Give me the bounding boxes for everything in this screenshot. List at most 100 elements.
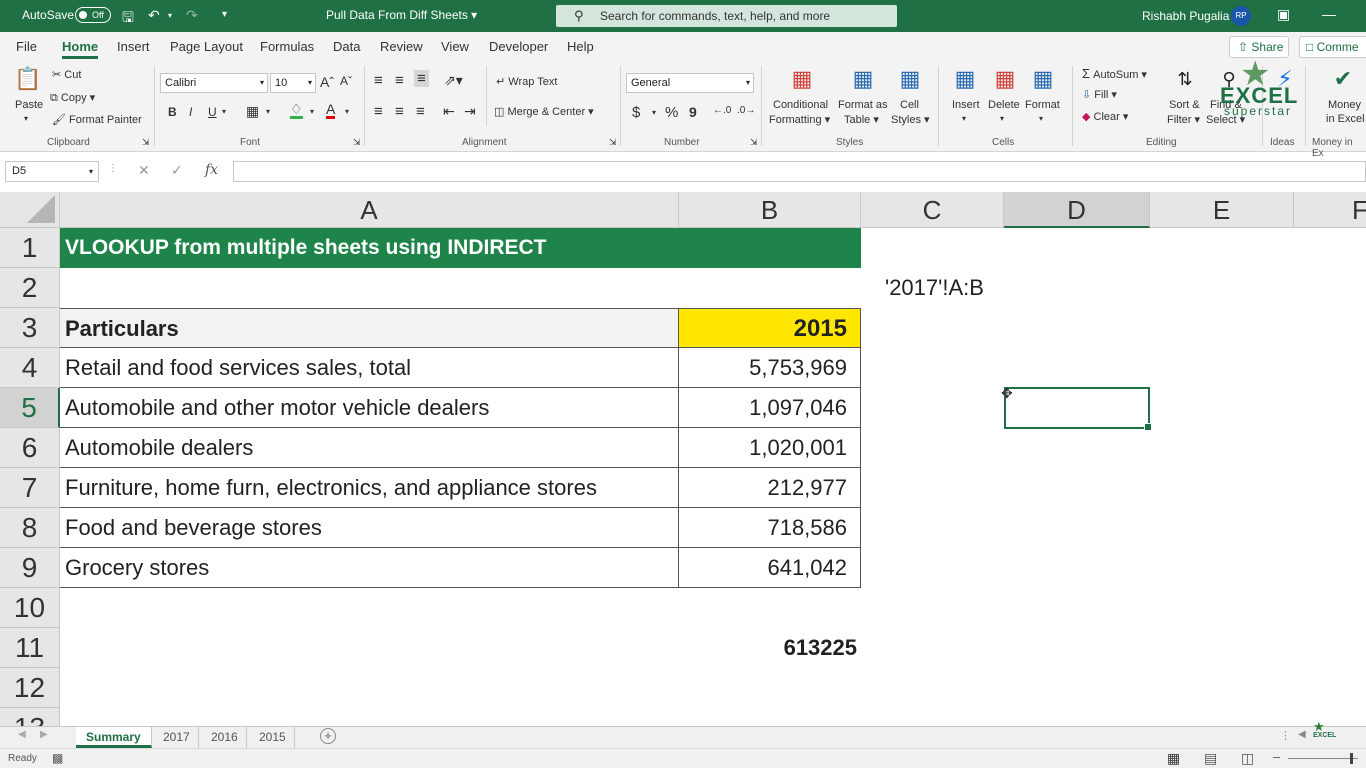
cell-b3-year[interactable]: 2015 <box>679 308 861 348</box>
row-header-6[interactable]: 6 <box>0 428 60 468</box>
font-size-select[interactable]: 10 ▾ <box>270 73 316 93</box>
row-header-12[interactable]: 12 <box>0 668 60 708</box>
insert-cells-icon[interactable]: ▦ <box>950 66 980 92</box>
conditional-formatting-button[interactable]: Conditional <box>773 99 828 111</box>
font-color-icon[interactable]: A <box>326 102 336 119</box>
cell-a4[interactable]: Retail and food services sales, total <box>60 348 679 388</box>
menu-developer[interactable]: Developer <box>489 39 548 54</box>
cell-b9[interactable]: 641,042 <box>679 548 861 588</box>
borders-icon[interactable]: ▦ <box>246 103 259 120</box>
menu-help[interactable]: Help <box>567 39 594 54</box>
cell-a5[interactable]: Automobile and other motor vehicle deale… <box>60 388 679 428</box>
delete-button[interactable]: Delete <box>988 99 1020 111</box>
row-header-5[interactable]: 5 <box>0 388 60 428</box>
cell-b4[interactable]: 5,753,969 <box>679 348 861 388</box>
sort-filter-icon[interactable]: ⇅ <box>1170 66 1200 92</box>
copy-button[interactable]: ⧉ Copy ▾ <box>50 91 95 105</box>
format-button[interactable]: Format <box>1025 99 1060 111</box>
paste-icon[interactable]: 📋 <box>13 66 43 92</box>
row-header-4[interactable]: 4 <box>0 348 60 388</box>
format-dropdown-icon[interactable]: ▾ <box>1039 114 1043 123</box>
align-top-icon[interactable]: ≡ <box>374 72 383 89</box>
bold-button[interactable]: B <box>168 105 177 119</box>
redo-icon[interactable]: ↷ <box>186 7 198 24</box>
row-header-8[interactable]: 8 <box>0 508 60 548</box>
fill-color-icon[interactable]: ♢ <box>290 102 303 119</box>
column-header-b[interactable]: B <box>679 192 861 228</box>
scroll-right-icon[interactable]: ▶ <box>40 729 48 740</box>
decrease-decimal-icon[interactable]: .0→ <box>737 105 755 116</box>
scroll-left-icon[interactable]: ◀ <box>18 729 26 740</box>
avatar[interactable]: RP <box>1231 6 1251 26</box>
orientation-icon[interactable]: ⇗▾ <box>444 72 463 89</box>
clipboard-launcher-icon[interactable]: ⇲ <box>142 137 150 148</box>
currency-dropdown-icon[interactable]: ▾ <box>652 108 656 117</box>
cell-b6[interactable]: 1,020,001 <box>679 428 861 468</box>
align-right-icon[interactable]: ≡ <box>416 103 425 120</box>
format-as-table-button[interactable]: Format as <box>838 99 888 111</box>
minimize-icon[interactable]: — <box>1322 6 1336 22</box>
font-color-dropdown-icon[interactable]: ▾ <box>345 107 349 116</box>
align-middle-icon[interactable]: ≡ <box>395 72 404 89</box>
underline-button[interactable]: U <box>208 105 217 119</box>
zoom-thumb[interactable] <box>1350 753 1353 764</box>
sort-filter-button-line2[interactable]: Filter ▾ <box>1167 113 1200 126</box>
autosave-toggle[interactable]: Off <box>75 7 111 23</box>
sheet-tab-2017[interactable]: 2017 <box>155 727 199 748</box>
user-name[interactable]: Rishabh Pugalia <box>1142 9 1229 23</box>
page-break-view-icon[interactable]: ◫ <box>1241 750 1254 767</box>
cell-a1-title[interactable]: VLOOKUP from multiple sheets using INDIR… <box>60 228 861 268</box>
split-handle-icon[interactable]: ⋮ <box>1280 729 1291 742</box>
menu-page-layout[interactable]: Page Layout <box>170 39 243 54</box>
money-in-excel-button[interactable]: Money <box>1328 99 1361 111</box>
customize-toolbar-icon[interactable]: ▾ <box>222 9 227 20</box>
normal-view-icon[interactable]: ▦ <box>1167 750 1180 767</box>
number-format-select[interactable]: General ▾ <box>626 73 754 93</box>
money-in-excel-button-line2[interactable]: in Excel <box>1326 113 1365 125</box>
cell-styles-icon[interactable]: ▦ <box>895 66 925 92</box>
menu-formulas[interactable]: Formulas <box>260 39 314 54</box>
row-header-7[interactable]: 7 <box>0 468 60 508</box>
cell-b7[interactable]: 212,977 <box>679 468 861 508</box>
autosum-button[interactable]: Σ AutoSum ▾ <box>1082 66 1147 81</box>
undo-dropdown-icon[interactable]: ▾ <box>168 11 172 20</box>
percent-button[interactable]: % <box>665 104 678 121</box>
cell-a3-header[interactable]: Particulars <box>60 308 679 348</box>
delete-dropdown-icon[interactable]: ▾ <box>1000 114 1004 123</box>
menu-insert[interactable]: Insert <box>117 39 150 54</box>
increase-decimal-icon[interactable]: ←.0 <box>713 105 731 116</box>
conditional-formatting-icon[interactable]: ▦ <box>787 66 817 92</box>
insert-button[interactable]: Insert <box>952 99 980 111</box>
search-box[interactable]: ⚲ Search for commands, text, help, and m… <box>556 5 897 27</box>
borders-dropdown-icon[interactable]: ▾ <box>266 107 270 116</box>
menu-data[interactable]: Data <box>333 39 360 54</box>
alignment-launcher-icon[interactable]: ⇲ <box>609 137 617 148</box>
save-icon[interactable]: 🖫 <box>122 7 134 31</box>
row-header-13[interactable]: 13 <box>0 708 60 726</box>
row-header-2[interactable]: 2 <box>0 268 60 308</box>
delete-cells-icon[interactable]: ▦ <box>990 66 1020 92</box>
decrease-indent-icon[interactable]: ⇤ <box>443 103 455 120</box>
column-header-a[interactable]: A <box>60 192 679 228</box>
ribbon-display-icon[interactable]: ▣ <box>1277 6 1290 23</box>
cell-a9[interactable]: Grocery stores <box>60 548 679 588</box>
sort-filter-button[interactable]: Sort & <box>1169 99 1200 111</box>
insert-dropdown-icon[interactable]: ▾ <box>962 114 966 123</box>
format-as-table-icon[interactable]: ▦ <box>848 66 878 92</box>
format-painter-button[interactable]: 🖌 Format Painter <box>52 113 142 126</box>
document-title[interactable]: Pull Data From Diff Sheets ▾ <box>326 8 477 22</box>
undo-icon[interactable]: ↶ <box>148 7 160 24</box>
row-header-11[interactable]: 11 <box>0 628 60 668</box>
add-sheet-icon[interactable]: + <box>320 728 336 744</box>
row-header-10[interactable]: 10 <box>0 588 60 628</box>
macro-record-icon[interactable]: ▩ <box>52 751 63 765</box>
sheet-tab-2015[interactable]: 2015 <box>251 727 295 748</box>
currency-button[interactable]: $ <box>632 104 640 121</box>
cell-b5[interactable]: 1,097,046 <box>679 388 861 428</box>
zoom-out-icon[interactable]: – <box>1273 749 1280 764</box>
enter-icon[interactable]: ✓ <box>171 162 183 179</box>
menu-view[interactable]: View <box>441 39 469 54</box>
zoom-slider[interactable] <box>1288 758 1358 759</box>
format-cells-icon[interactable]: ▦ <box>1028 66 1058 92</box>
comments-button[interactable]: □ Comme <box>1299 36 1366 58</box>
